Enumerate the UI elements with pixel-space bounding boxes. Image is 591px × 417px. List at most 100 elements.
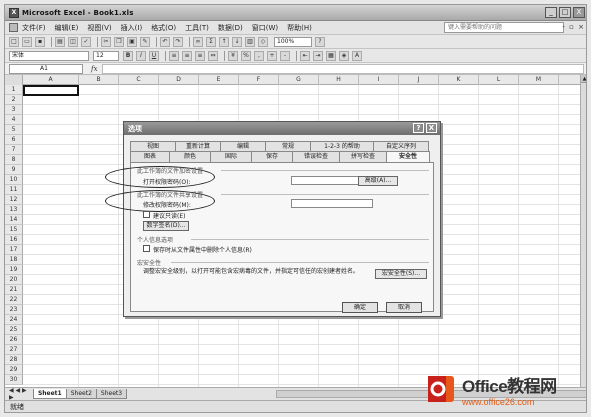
align-center-icon[interactable]: ≡ [182,50,192,61]
spelling-icon[interactable]: ✓ [81,36,91,47]
macro-security-button[interactable]: 宏安全性(S)... [375,269,427,279]
menu-insert[interactable]: 插入(I) [121,23,143,33]
bold-icon[interactable]: B [123,50,133,61]
decrease-decimal-icon[interactable]: - [280,50,290,61]
autosum-icon[interactable]: Σ [206,36,216,47]
row-header-24[interactable]: 24 [5,315,23,325]
select-all-corner[interactable] [5,75,23,85]
column-header-d[interactable]: D [159,75,199,85]
close-button[interactable]: X [573,7,585,18]
advanced-button[interactable]: 高级(A)... [358,176,398,186]
tab-security[interactable]: 安全性 [386,151,430,162]
hyperlink-icon[interactable]: ∞ [193,36,203,47]
row-header-30[interactable]: 30 [5,375,23,385]
copy-icon[interactable]: ❐ [114,36,124,47]
fill-color-icon[interactable]: ◈ [339,50,349,61]
tab-spelling[interactable]: 拼写检查 [339,151,387,162]
sheet-tab-3[interactable]: Sheet3 [95,389,128,399]
font-name-select[interactable]: 宋体 [9,50,89,61]
save-icon[interactable]: ▪ [35,36,45,47]
dialog-close-button[interactable]: X [426,123,437,133]
percent-icon[interactable]: % [241,50,251,61]
menu-window[interactable]: 窗口(W) [252,23,278,33]
row-header-1[interactable]: 1 [5,85,23,95]
menu-help[interactable]: 帮助(H) [287,23,312,33]
tab-error-checking[interactable]: 错误检查 [292,151,340,162]
row-header-17[interactable]: 17 [5,245,23,255]
zoom-select[interactable]: 100% [274,36,312,47]
borders-icon[interactable]: ▦ [326,50,336,61]
decrease-indent-icon[interactable]: ⇤ [300,50,310,61]
row-header-20[interactable]: 20 [5,275,23,285]
menu-format[interactable]: 格式(O) [151,23,176,33]
sort-asc-icon[interactable]: ↑ [219,36,229,47]
undo-icon[interactable]: ↶ [160,36,170,47]
column-header-e[interactable]: E [199,75,239,85]
increase-indent-icon[interactable]: ⇥ [313,50,323,61]
redo-icon[interactable]: ↷ [173,36,183,47]
modify-password-input[interactable] [291,199,373,208]
workbook-icon[interactable] [9,23,18,32]
menu-edit[interactable]: 编辑(E) [55,23,79,33]
align-right-icon[interactable]: ≡ [195,50,205,61]
row-header-26[interactable]: 26 [5,335,23,345]
row-header-18[interactable]: 18 [5,255,23,265]
drawing-icon[interactable]: ◇ [258,36,268,47]
help-search-input[interactable]: 键入需要帮助的问题 [444,22,564,33]
maximize-button[interactable]: □ [559,7,571,18]
scroll-up-icon[interactable]: ▲ [581,75,586,83]
column-header-f[interactable]: F [239,75,279,85]
active-cell-a1[interactable] [23,85,79,96]
row-header-22[interactable]: 22 [5,295,23,305]
column-header-l[interactable]: L [479,75,519,85]
row-header-4[interactable]: 4 [5,115,23,125]
new-icon[interactable]: □ [9,36,19,47]
row-header-9[interactable]: 9 [5,165,23,175]
print-icon[interactable]: ▤ [55,36,65,47]
paste-icon[interactable]: ▣ [127,36,137,47]
readonly-recommended-checkbox[interactable] [143,211,150,218]
row-header-14[interactable]: 14 [5,215,23,225]
minimize-button[interactable]: _ [545,7,557,18]
workbook-window-controls[interactable]: - ▫ × [562,23,585,31]
row-header-6[interactable]: 6 [5,135,23,145]
row-header-19[interactable]: 19 [5,265,23,275]
column-header-b[interactable]: B [79,75,119,85]
row-header-12[interactable]: 12 [5,195,23,205]
sort-desc-icon[interactable]: ↓ [232,36,242,47]
vertical-scrollbar[interactable]: ▲ [580,75,586,387]
dialog-title-bar[interactable]: 选项 ? X [124,122,440,135]
excel-app-icon[interactable]: X [9,7,19,18]
format-painter-icon[interactable]: ✎ [140,36,150,47]
sheet-tab-2[interactable]: Sheet2 [65,389,97,399]
row-header-13[interactable]: 13 [5,205,23,215]
row-header-29[interactable]: 29 [5,365,23,375]
sheet-nav-arrows[interactable]: ◀ ◀ ▶ ▶ [9,387,30,401]
row-header-3[interactable]: 3 [5,105,23,115]
merge-center-icon[interactable]: ⇔ [208,50,218,61]
tab-international[interactable]: 国际 [210,151,252,162]
row-header-8[interactable]: 8 [5,155,23,165]
chart-wizard-icon[interactable]: ▥ [245,36,255,47]
column-header-j[interactable]: J [399,75,439,85]
menu-file[interactable]: 文件(F) [22,23,46,33]
digital-signature-button[interactable]: 数字签名(D)... [143,221,189,231]
menu-data[interactable]: 数据(D) [218,23,243,33]
tab-chart[interactable]: 图表 [130,151,170,162]
column-header-a[interactable]: A [23,75,79,85]
row-header-25[interactable]: 25 [5,325,23,335]
row-header-15[interactable]: 15 [5,225,23,235]
column-header-c[interactable]: C [119,75,159,85]
menu-tools[interactable]: 工具(T) [185,23,209,33]
row-header-2[interactable]: 2 [5,95,23,105]
font-size-select[interactable]: 12 [93,50,119,61]
menu-view[interactable]: 视图(V) [87,23,111,33]
open-icon[interactable]: ▭ [22,36,32,47]
font-color-icon[interactable]: A [352,50,362,61]
name-box[interactable]: A1 [9,63,83,74]
remove-personal-info-checkbox[interactable] [143,245,150,252]
insert-function-icon[interactable]: fx [91,65,98,73]
sheet-tab-1[interactable]: Sheet1 [32,389,67,399]
row-header-7[interactable]: 7 [5,145,23,155]
tab-color[interactable]: 颜色 [169,151,211,162]
